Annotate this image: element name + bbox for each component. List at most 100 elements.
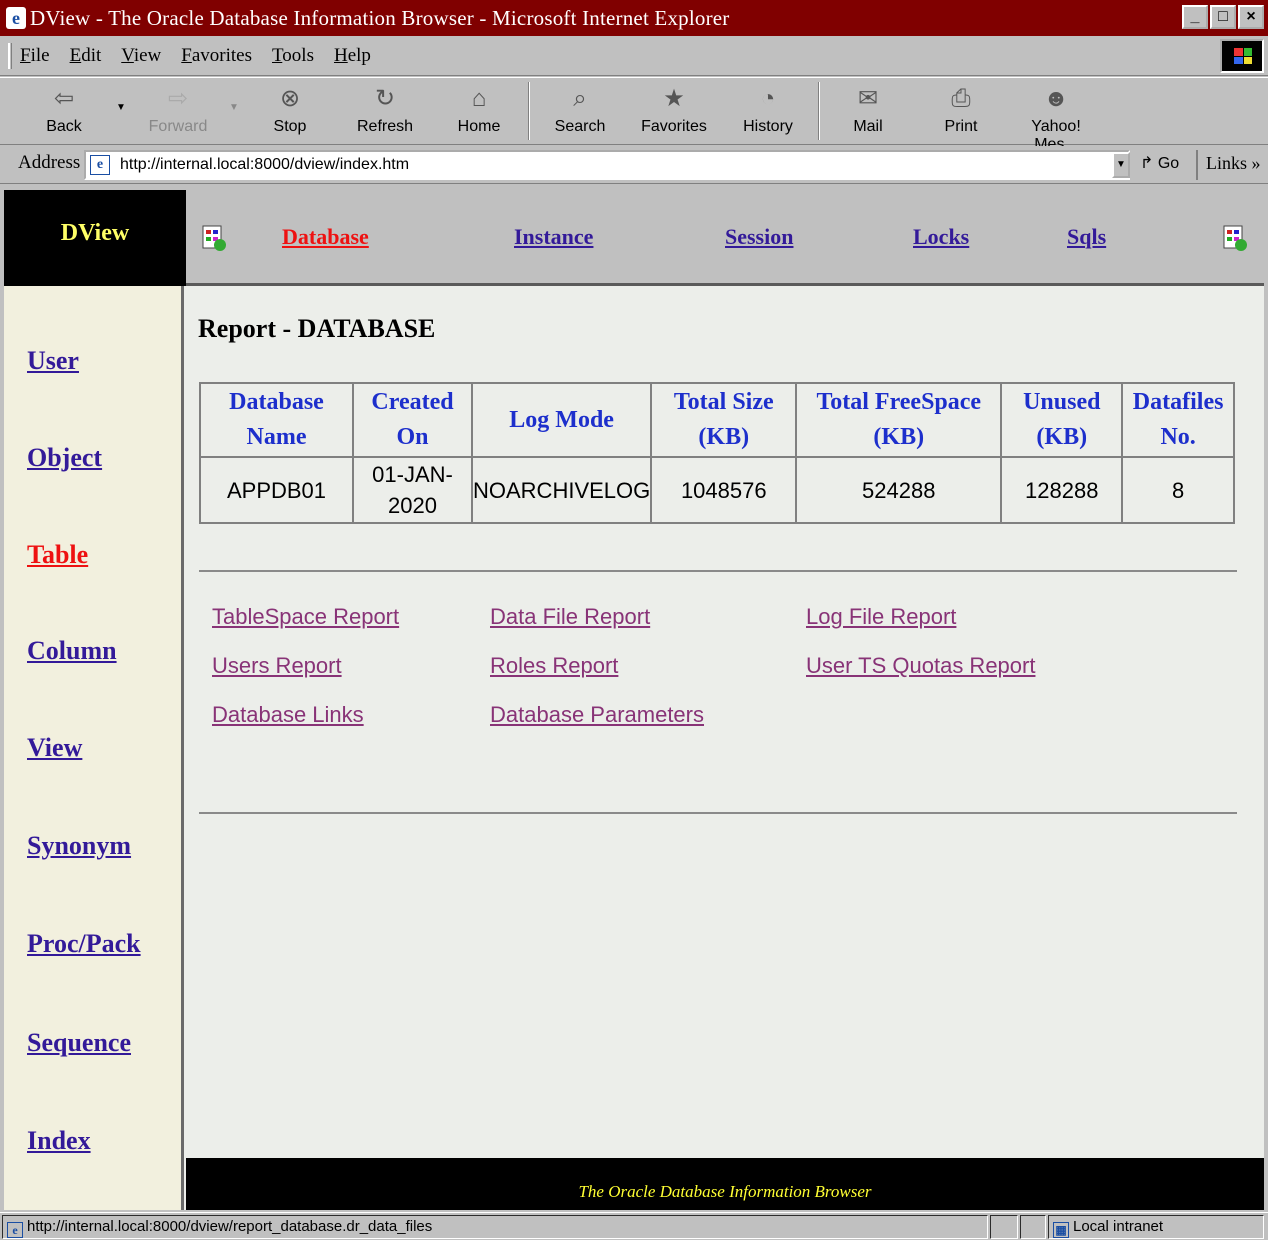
link-user-ts-quotas-report[interactable]: User TS Quotas Report: [806, 653, 1035, 679]
sidebar-item-sequence[interactable]: Sequence: [27, 1028, 131, 1058]
sidebar-item-column[interactable]: Column: [27, 636, 117, 666]
page-icon: e: [90, 155, 110, 175]
status-url: http://internal.local:8000/dview/report_…: [27, 1218, 433, 1235]
header-line: Database: [229, 389, 324, 415]
header-line: Total Size: [673, 389, 774, 415]
header-line: (KB): [698, 424, 750, 450]
cell-database-name: APPDB01: [199, 456, 354, 524]
sidebar-item-view[interactable]: View: [27, 733, 82, 763]
go-label: Go: [1157, 155, 1180, 172]
history-label: History: [743, 118, 793, 135]
links-label: Links: [1206, 153, 1248, 173]
link-database-parameters[interactable]: Database Parameters: [490, 702, 704, 728]
go-button[interactable]: ↱ Go: [1140, 153, 1179, 173]
page-icon: e: [7, 1222, 23, 1238]
back-dropdown-icon[interactable]: ▼: [116, 102, 126, 113]
address-input[interactable]: e http://internal.local:8000/dview/index…: [84, 150, 1130, 180]
stop-icon: ⊗: [279, 85, 301, 112]
favorites-button[interactable]: ★ Favorites: [634, 82, 714, 142]
forward-button[interactable]: ⇨ Forward: [138, 82, 218, 142]
col-header-created-on: Created On: [352, 382, 473, 458]
menu-edit[interactable]: Edit: [70, 45, 102, 67]
menu-tools[interactable]: Tools: [272, 45, 314, 67]
col-header-datafiles-no: Datafiles No.: [1121, 382, 1235, 458]
home-icon: ⌂: [471, 85, 487, 112]
history-button[interactable]: ◔ History: [728, 82, 808, 142]
forward-arrow-icon: ⇨: [167, 85, 189, 112]
table-row: APPDB01 01-JAN- 2020 NOARCHIVELOG 104857…: [199, 456, 1235, 524]
cell-line: 01-JAN-: [372, 462, 453, 487]
menu-grip: [8, 42, 12, 69]
link-tablespace-report[interactable]: TableSpace Report: [212, 604, 399, 630]
search-button[interactable]: ⌕ Search: [540, 82, 620, 142]
sidebar-item-proc-pack[interactable]: Proc/Pack: [27, 929, 141, 959]
intranet-icon: ▦: [1053, 1222, 1069, 1238]
status-progress-cell: [990, 1215, 1018, 1239]
link-data-file-report[interactable]: Data File Report: [490, 604, 650, 630]
cell-total-freespace: 524288: [795, 456, 1003, 524]
sidebar-item-user[interactable]: User: [27, 346, 79, 376]
table-header-row: Database Name Created On Log Mode Total …: [199, 382, 1235, 458]
back-label: Back: [46, 118, 82, 135]
search-label: Search: [554, 118, 606, 135]
status-zone: Local intranet: [1073, 1218, 1164, 1235]
header-line: Unused: [1023, 389, 1101, 415]
top-navigation: Database Instance Session Locks Sqls: [186, 190, 1264, 286]
forward-dropdown-icon[interactable]: ▼: [229, 102, 239, 113]
address-url[interactable]: http://internal.local:8000/dview/index.h…: [120, 156, 409, 174]
header-line: Log Mode: [509, 406, 614, 433]
sidebar-item-object[interactable]: Object: [27, 443, 102, 473]
sidebar-item-synonym[interactable]: Synonym: [27, 831, 131, 861]
print-button[interactable]: ⎙ Print: [921, 82, 1001, 142]
refresh-icon: ↻: [374, 85, 396, 112]
header-line: (KB): [1036, 424, 1088, 450]
links-button[interactable]: Links »: [1196, 150, 1261, 180]
refresh-button[interactable]: ↻ Refresh: [345, 82, 425, 142]
window-titlebar: e DView - The Oracle Database Informatio…: [0, 0, 1268, 36]
window-title: DView - The Oracle Database Information …: [30, 5, 730, 30]
nav-session[interactable]: Session: [725, 224, 793, 250]
link-roles-report[interactable]: Roles Report: [490, 653, 618, 679]
link-database-links[interactable]: Database Links: [212, 702, 364, 728]
link-log-file-report[interactable]: Log File Report: [806, 604, 956, 630]
close-button[interactable]: ×: [1238, 5, 1264, 29]
database-report-table: Database Name Created On Log Mode Total …: [199, 382, 1235, 524]
back-button[interactable]: ⇦ Back: [24, 82, 104, 142]
address-dropdown-icon[interactable]: ▼: [1112, 152, 1130, 178]
search-icon: ⌕: [573, 85, 587, 112]
address-bar: Address e http://internal.local:8000/dvi…: [0, 146, 1268, 184]
maximize-button[interactable]: □: [1210, 5, 1236, 29]
col-header-total-freespace: Total FreeSpace (KB): [795, 382, 1003, 458]
cell-unused: 128288: [1000, 456, 1124, 524]
divider: [199, 570, 1237, 572]
nav-sqls[interactable]: Sqls: [1067, 224, 1106, 250]
standard-toolbar: ⇦ Back ▼ ⇨ Forward ▼ ⊗ Stop ↻ Refresh ⌂ …: [0, 77, 1268, 153]
nav-instance[interactable]: Instance: [514, 224, 593, 250]
header-line: Total FreeSpace: [816, 389, 982, 415]
nav-locks[interactable]: Locks: [913, 224, 969, 250]
menu-help[interactable]: Help: [334, 45, 371, 67]
mail-button[interactable]: ✉ Mail: [828, 82, 908, 142]
nav-database[interactable]: Database: [282, 224, 369, 250]
menu-view[interactable]: View: [121, 45, 161, 67]
header-line: Created: [371, 389, 454, 415]
home-button[interactable]: ⌂ Home: [439, 82, 519, 142]
col-header-total-size: Total Size (KB): [650, 382, 798, 458]
col-header-database-name: Database Name: [199, 382, 354, 458]
ie-logo-icon: e: [6, 7, 26, 29]
status-bar: e http://internal.local:8000/dview/report…: [0, 1212, 1268, 1240]
status-zone-cell: ▦ Local intranet: [1048, 1215, 1264, 1239]
menu-favorites[interactable]: Favorites: [181, 45, 252, 67]
stop-button[interactable]: ⊗ Stop: [250, 82, 330, 142]
link-users-report[interactable]: Users Report: [212, 653, 342, 679]
back-arrow-icon: ⇦: [53, 85, 75, 112]
cell-created-on: 01-JAN- 2020: [352, 456, 473, 524]
sidebar-item-index[interactable]: Index: [27, 1126, 91, 1156]
history-icon: ◔: [760, 85, 776, 112]
sidebar-item-table[interactable]: Table: [27, 540, 88, 570]
minimize-button[interactable]: _: [1182, 5, 1208, 29]
yahoo-messenger-button[interactable]: ☻ Yahoo! Mes...: [1008, 82, 1104, 153]
menu-file[interactable]: File: [20, 45, 50, 67]
col-header-unused: Unused (KB): [1000, 382, 1124, 458]
dview-icon: [202, 225, 226, 251]
